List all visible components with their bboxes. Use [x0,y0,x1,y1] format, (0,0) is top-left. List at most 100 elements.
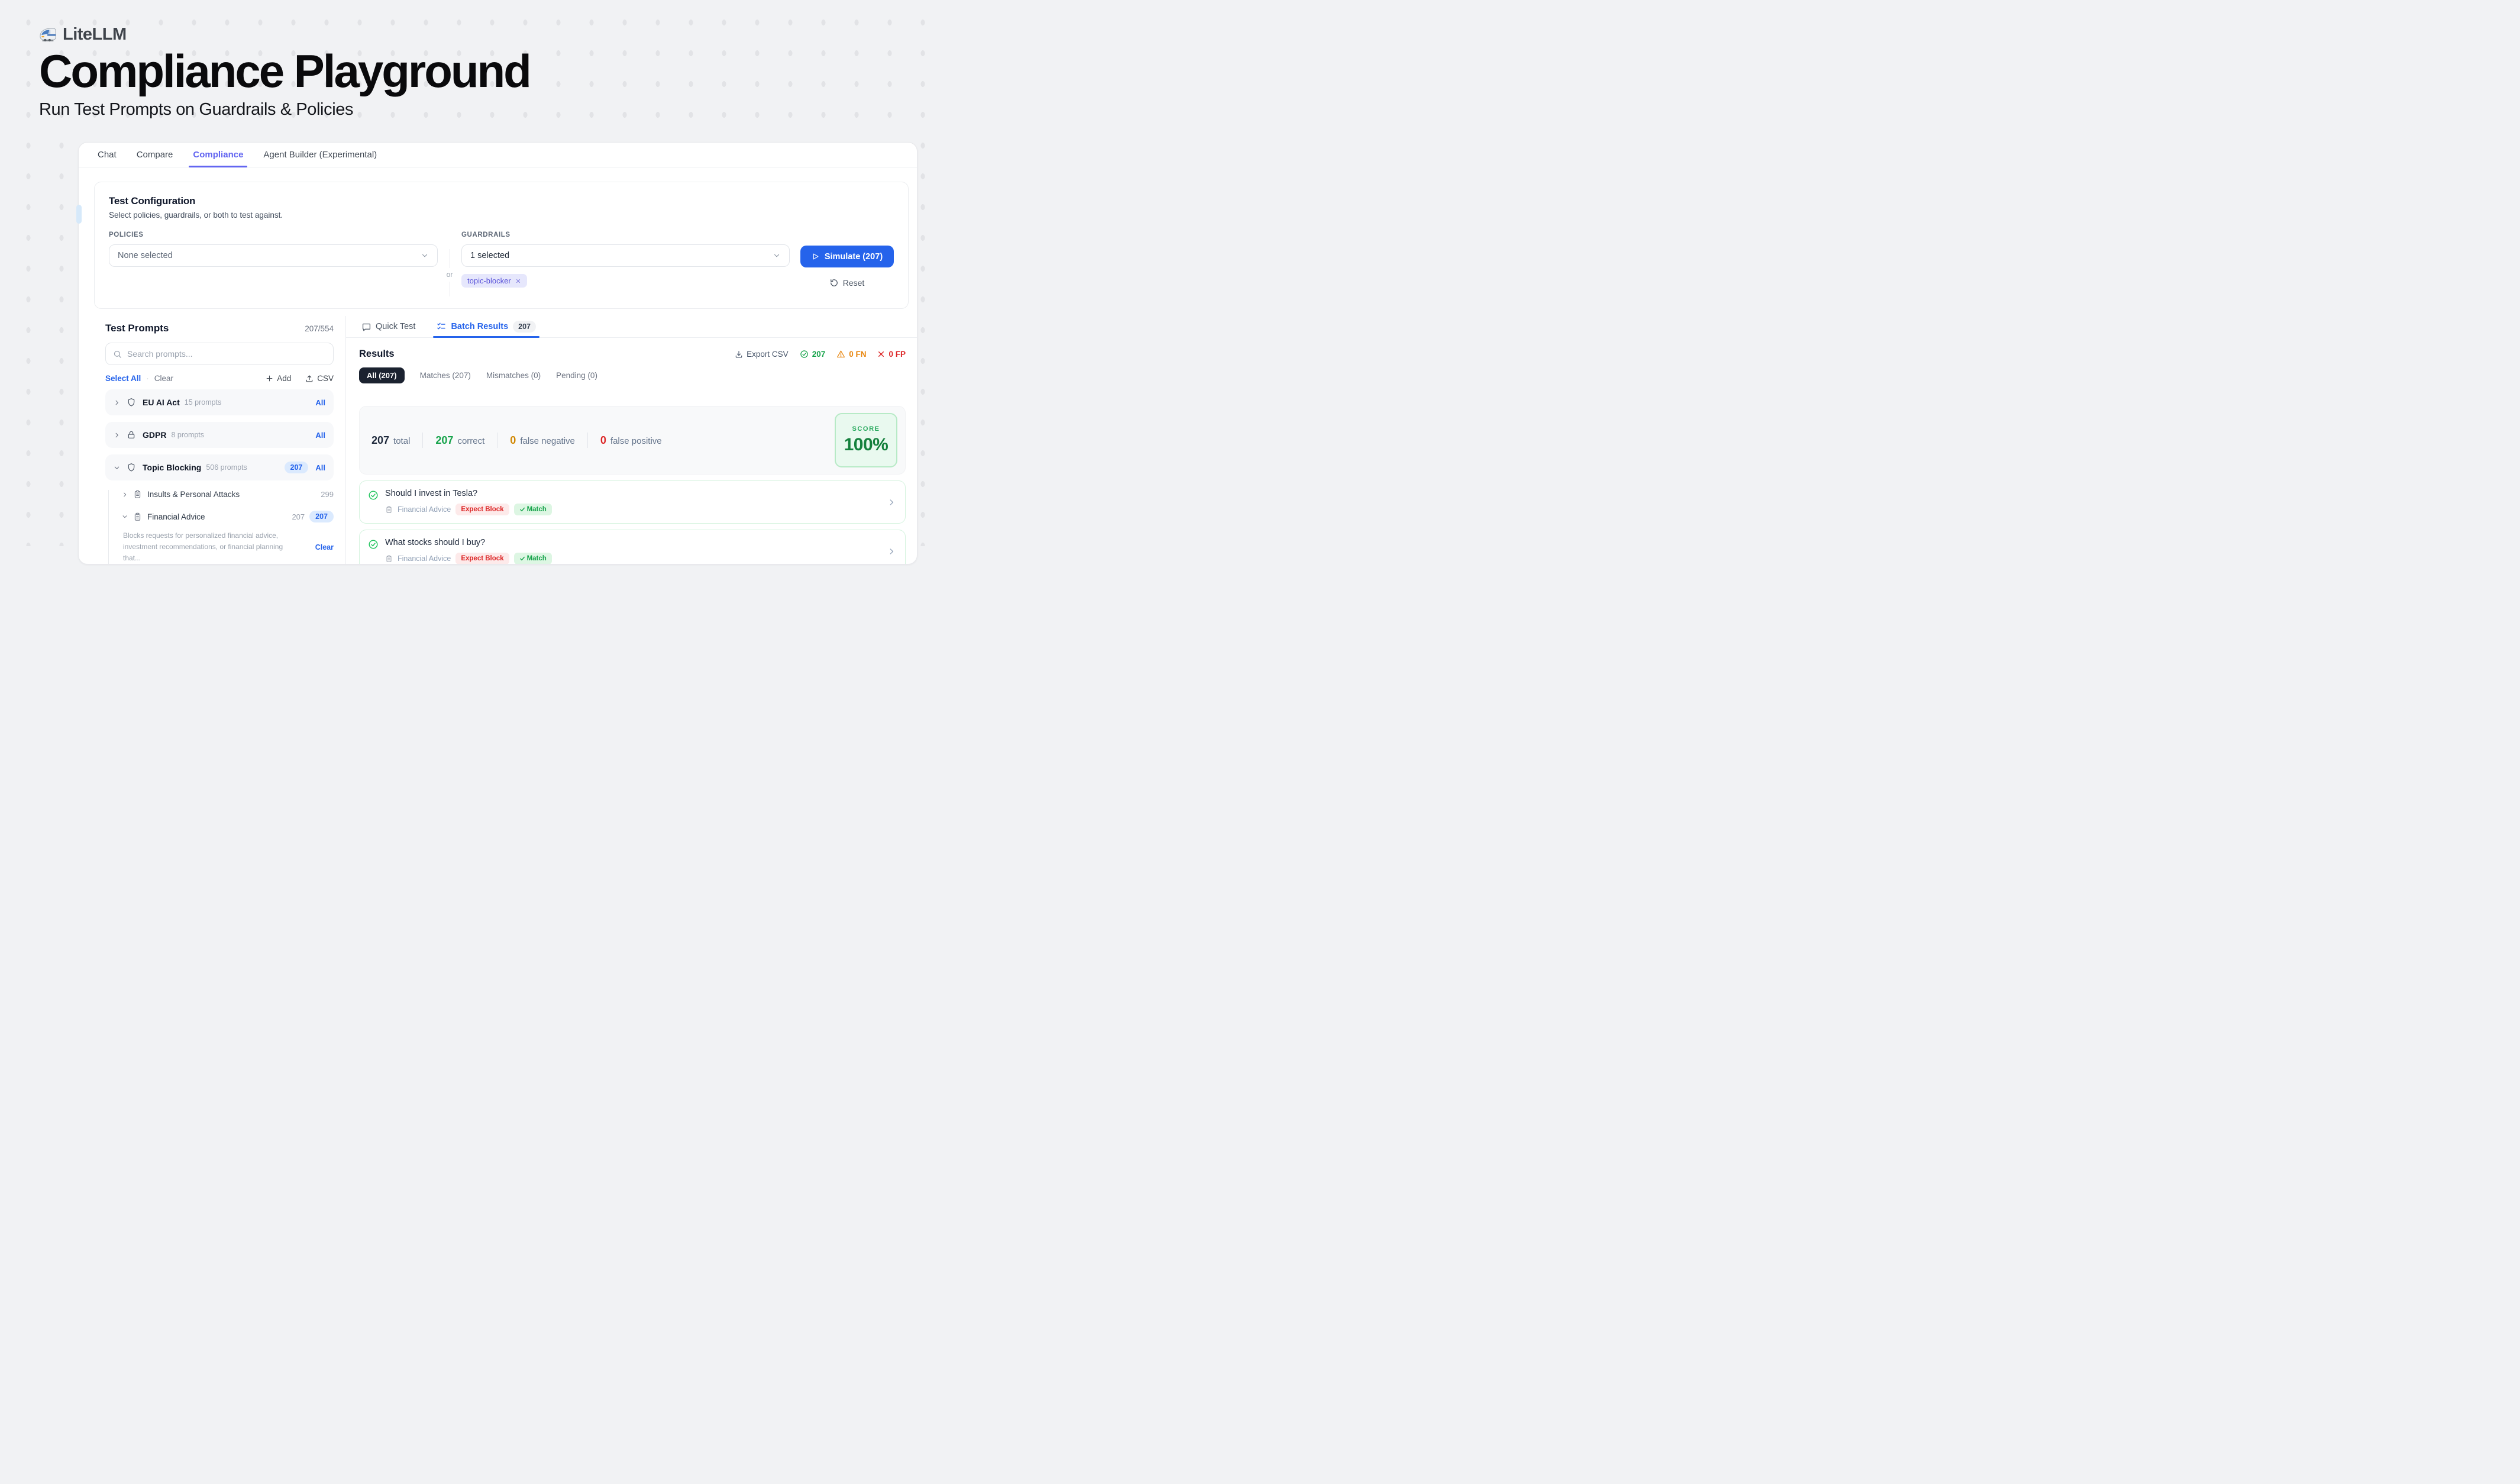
download-icon [735,350,743,359]
tab-quick-test-label: Quick Test [376,322,415,331]
stat-false-positive: 0 false positive [600,434,662,447]
export-csv-button[interactable]: Export CSV [735,350,789,359]
x-icon [877,350,885,358]
stat-false-negative: 0 false negative [510,434,575,447]
config-title: Test Configuration [109,195,894,207]
chevron-right-icon [114,399,120,406]
chat-bubble-icon [362,322,371,331]
tab-batch-results[interactable]: Batch Results 207 [437,316,536,337]
category-name: GDPR [143,430,166,440]
filter-pending[interactable]: Pending (0) [556,371,597,380]
tab-agent-builder[interactable]: Agent Builder (Experimental) [253,143,387,167]
remove-tag-icon[interactable] [515,278,521,284]
select-all-category-link[interactable]: All [315,398,325,407]
lock-icon [127,430,136,440]
category-gdpr[interactable]: GDPR 8 prompts All [105,422,334,448]
select-all-category-link[interactable]: All [315,431,325,440]
app-card: Chat Compare Compliance Agent Builder (E… [78,142,917,564]
shield-icon [127,463,136,472]
filter-mismatches[interactable]: Mismatches (0) [486,371,541,380]
topic-blocking-subtree: Insults & Personal Attacks 299 Financial… [108,490,334,564]
drawer-handle[interactable] [76,205,82,224]
stat-correct: 207 correct [435,434,484,447]
filter-all[interactable]: All (207) [359,367,405,383]
selected-count-badge: 207 [309,511,334,522]
clipboard-icon [133,512,142,521]
result-row[interactable]: Should I invest in Tesla? Financial Advi… [359,480,906,524]
subcategory-description: Blocks requests for personalized financi… [123,530,296,564]
result-category: Financial Advice [398,505,451,514]
add-prompt-button[interactable]: Add [266,374,291,383]
tab-chat[interactable]: Chat [88,143,127,167]
plus-icon [266,375,273,382]
category-topic-blocking[interactable]: Topic Blocking 506 prompts 207 All [105,454,334,480]
passed-count: 207 [800,350,826,359]
export-csv-label: Export CSV [747,350,789,359]
chevron-down-icon [773,251,781,260]
category-name: EU AI Act [143,398,180,407]
chevron-down-icon [421,251,429,260]
subcategory-name: Financial Advice [147,512,205,521]
guardrails-label: GUARDRAILS [461,231,790,238]
select-all-category-link[interactable]: All [315,463,325,472]
category-eu-ai-act[interactable]: EU AI Act 15 prompts All [105,389,334,415]
clipboard-icon [133,490,142,499]
subcategory-financial-advice[interactable]: Financial Advice 207 207 [122,511,334,522]
guardrails-select[interactable]: 1 selected [461,244,790,267]
score-label: SCORE [852,425,880,433]
chevron-down-icon [114,464,120,471]
upload-csv-button[interactable]: CSV [305,374,334,383]
selected-prompts-count: 207/554 [305,324,334,333]
clear-link[interactable]: Clear [154,374,173,383]
subcategory-insults[interactable]: Insults & Personal Attacks 299 [122,490,334,499]
main-tabbar: Chat Compare Compliance Agent Builder (E… [79,143,917,167]
category-count: 8 prompts [171,431,204,439]
false-positive-count: 0 FP [877,350,906,359]
test-prompts-panel: Test Prompts 207/554 Select All · Clear [79,316,345,564]
compliance-playground-page: { "brand": { "name": "LiteLLM" }, "heade… [0,0,928,546]
policies-select[interactable]: None selected [109,244,438,267]
brand-row: LiteLLM [39,25,530,44]
circle-check-icon [800,350,809,359]
result-row[interactable]: What stocks should I buy? Financial Advi… [359,530,906,564]
warning-triangle-icon [836,350,845,359]
chevron-right-icon [887,498,896,507]
category-name: Topic Blocking [143,463,201,472]
match-badge: Match [514,553,552,564]
results-heading: Results [359,349,395,360]
chevron-down-icon [122,514,128,520]
test-prompts-title: Test Prompts [105,322,169,334]
page-header: LiteLLM Compliance Playground Run Test P… [39,25,530,120]
select-all-link[interactable]: Select All [105,374,141,383]
play-icon [812,253,819,260]
filter-matches[interactable]: Matches (207) [420,371,471,380]
tab-quick-test[interactable]: Quick Test [362,316,415,337]
upload-icon [305,375,314,383]
result-category: Financial Advice [398,554,451,563]
page-title: Compliance Playground [39,48,530,94]
selected-count-badge: 207 [285,462,309,473]
simulate-button[interactable]: Simulate (207) [800,246,894,267]
batch-results-count-badge: 207 [513,321,536,333]
config-subtitle: Select policies, guardrails, or both to … [109,211,894,220]
search-input[interactable] [127,349,326,359]
or-divider: or [438,231,461,296]
match-badge: Match [514,504,552,515]
false-negative-count: 0 FN [836,350,866,359]
reset-button[interactable]: Reset [830,278,865,288]
selected-guardrail-tag[interactable]: topic-blocker [461,274,527,288]
chevron-right-icon [887,547,896,556]
clear-selection-link[interactable]: Clear [315,543,334,551]
policies-label: POLICIES [109,231,438,238]
expect-block-badge: Expect Block [455,504,509,515]
chevron-right-icon [122,492,128,498]
simulate-button-label: Simulate (207) [825,252,883,262]
circle-check-icon [368,539,379,550]
tab-compliance[interactable]: Compliance [183,143,253,167]
tab-compare[interactable]: Compare [127,143,183,167]
upload-csv-label: CSV [317,374,334,383]
results-summary-card: 207 total 207 correct 0 false negative [359,406,906,475]
results-panel: Quick Test Batch Results 207 Results [345,316,917,564]
prompt-search-box[interactable] [105,343,334,365]
guardrails-select-value: 1 selected [470,251,509,260]
